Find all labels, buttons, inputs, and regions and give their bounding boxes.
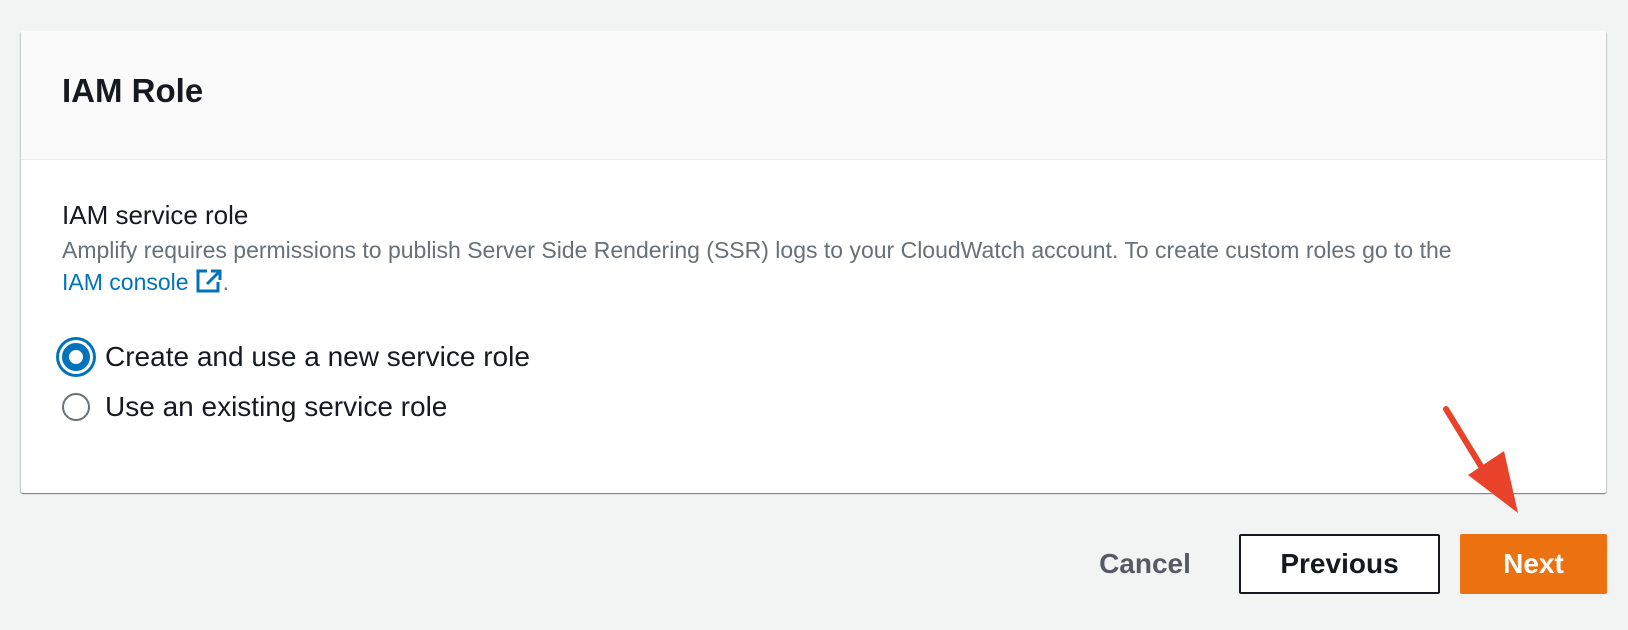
- iam-console-link[interactable]: IAM console: [62, 269, 223, 295]
- description-text: Amplify requires permissions to publish …: [62, 237, 1452, 263]
- description-period: .: [222, 269, 229, 295]
- radio-option-existing-role[interactable]: Use an existing service role: [62, 382, 1566, 432]
- cancel-button[interactable]: Cancel: [1075, 534, 1215, 594]
- radio-button-existing-role[interactable]: [62, 393, 90, 421]
- wizard-footer: Cancel Previous Next: [1075, 534, 1607, 594]
- previous-button[interactable]: Previous: [1239, 534, 1440, 594]
- iam-console-link-label: IAM console: [62, 269, 189, 295]
- radio-button-new-role[interactable]: [62, 343, 90, 371]
- card-body: IAM service role Amplify requires permis…: [21, 160, 1606, 432]
- red-arrow-icon: [1443, 406, 1518, 513]
- next-button[interactable]: Next: [1460, 534, 1607, 594]
- service-role-radio-group: Create and use a new service role Use an…: [62, 332, 1566, 432]
- wizard-page: IAM Role IAM service role Amplify requir…: [0, 0, 1628, 630]
- field-label: IAM service role: [62, 200, 249, 230]
- card-title: IAM Role: [62, 72, 204, 109]
- radio-label-new-role[interactable]: Create and use a new service role: [105, 341, 530, 373]
- iam-role-card: IAM Role IAM service role Amplify requir…: [21, 31, 1606, 493]
- field-description: Amplify requires permissions to publish …: [62, 234, 1566, 302]
- external-link-icon: [195, 268, 223, 302]
- radio-label-existing-role[interactable]: Use an existing service role: [105, 391, 447, 423]
- radio-option-new-role[interactable]: Create and use a new service role: [62, 332, 1566, 382]
- card-header: IAM Role: [21, 31, 1606, 160]
